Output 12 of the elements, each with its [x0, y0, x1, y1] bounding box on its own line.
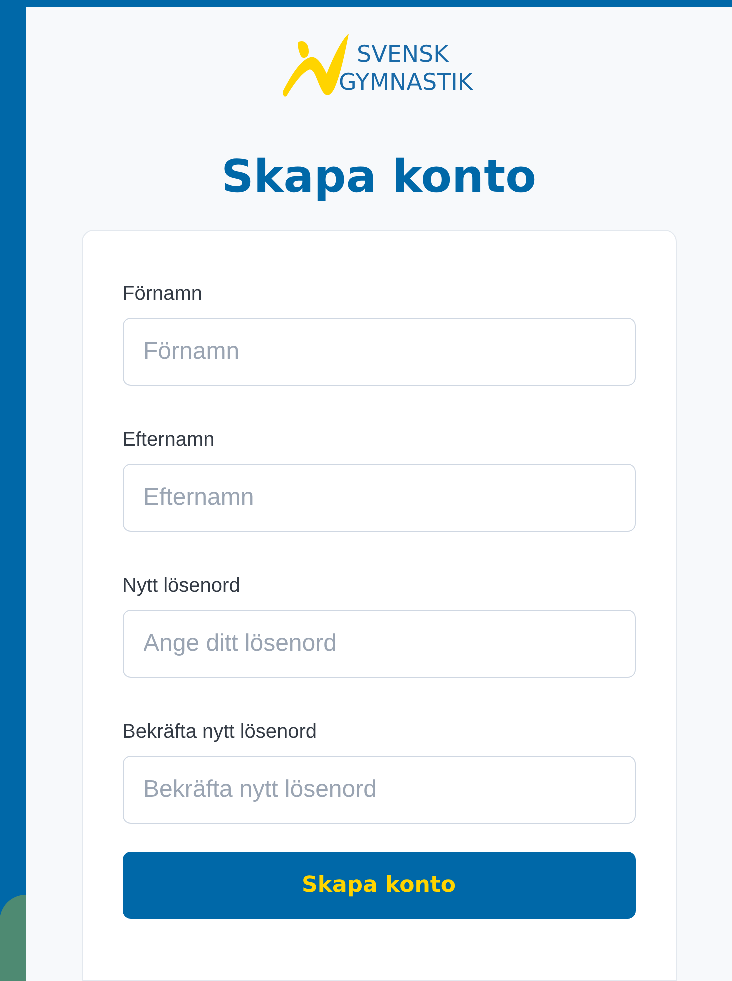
- input-field[interactable]: Ange ditt lösenord: [122, 610, 636, 678]
- input-field[interactable]: Förnamn: [122, 318, 636, 386]
- page-title: Skapa konto: [221, 154, 537, 199]
- field-label: Nytt lösenord: [122, 574, 242, 598]
- logo-text: SVENSK: [356, 44, 450, 66]
- field-label: Efternamn: [122, 428, 216, 452]
- input-field[interactable]: Efternamn: [122, 464, 636, 532]
- logo-text: GYMNASTIK: [338, 72, 474, 94]
- input-field[interactable]: Bekräfta nytt lösenord: [122, 756, 636, 824]
- field-label: Förnamn: [122, 282, 204, 306]
- field-label: Bekräfta nytt lösenord: [122, 720, 318, 744]
- create-account-button[interactable]: Skapa konto: [122, 852, 636, 919]
